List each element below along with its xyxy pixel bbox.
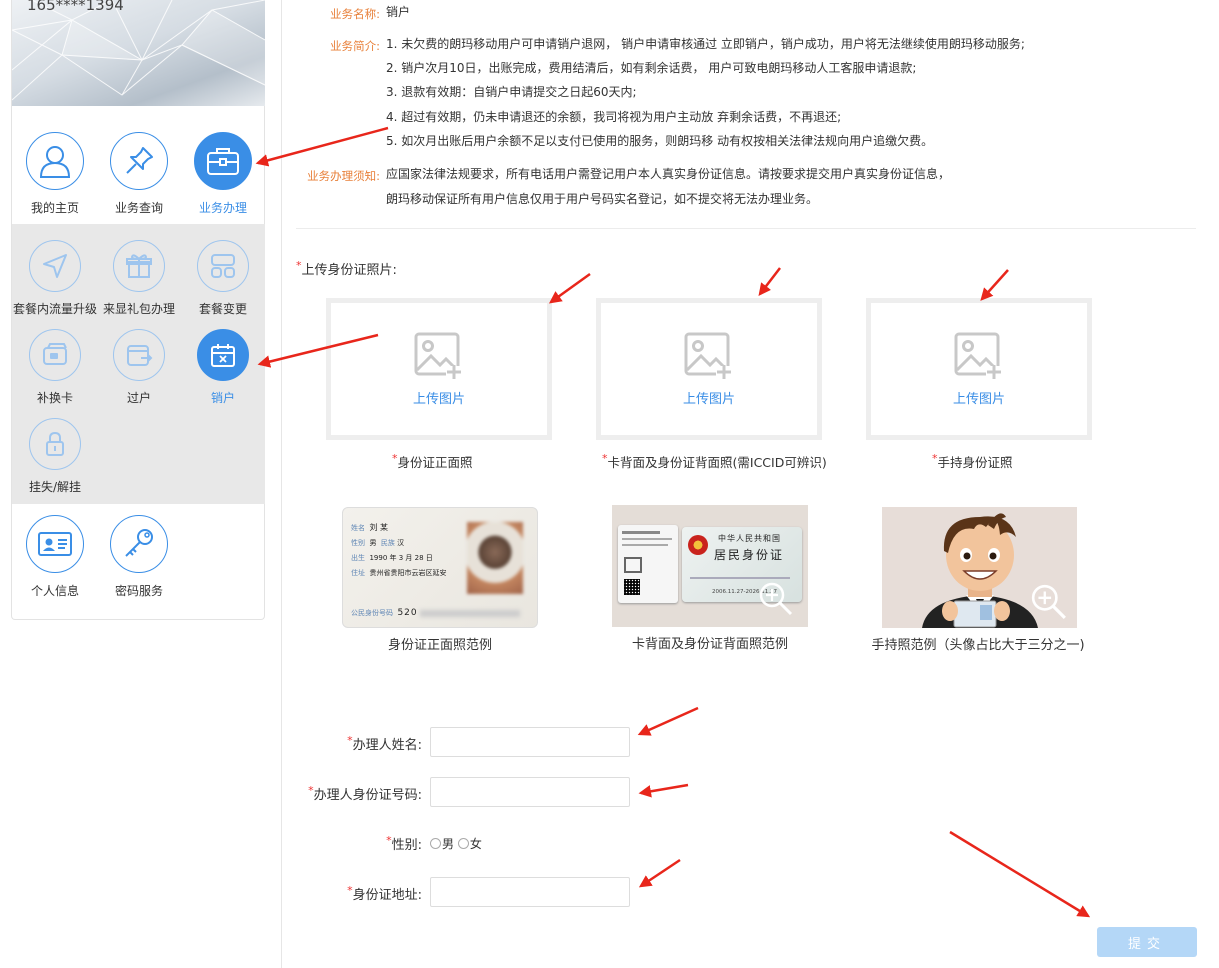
- nav-personal-info[interactable]: 个人信息: [12, 515, 98, 599]
- section-divider: [296, 228, 1196, 229]
- id-card-icon: [26, 515, 84, 573]
- key-icon: [110, 515, 168, 573]
- nav-business-query[interactable]: 业务查询: [96, 132, 182, 216]
- intro-line: 1. 未欠费的朗玛移动用户可申请销户退网， 销户申请审核通过 立即销户，销户成功…: [386, 37, 1025, 51]
- intro-line: 4. 超过有效期，仍未申请退还的余额，我司将视为用户主动放 弃剩余话费，不再退还…: [386, 110, 842, 124]
- send-icon: [29, 240, 81, 292]
- form-address-label: *身份证地址:: [347, 884, 422, 903]
- phone-number: 165****1394: [27, 0, 124, 14]
- nav-password-service[interactable]: 密码服务: [96, 515, 182, 599]
- nav-label: 我的主页: [30, 201, 79, 215]
- nav-label: 过户: [126, 391, 151, 405]
- upload-id-front[interactable]: 上传图片: [326, 298, 552, 440]
- nav-label: 补换卡: [36, 391, 73, 405]
- briefcase-icon: [194, 132, 252, 190]
- nav-label: 个人信息: [30, 584, 79, 598]
- nav-flow-upgrade[interactable]: 套餐内流量升级: [12, 240, 98, 317]
- card-icon: [29, 329, 81, 381]
- nav-gift-package[interactable]: 来显礼包办理: [96, 240, 182, 317]
- zoom-in-icon[interactable]: [1030, 583, 1068, 621]
- example-hand-held-image: [882, 507, 1077, 628]
- upload-section-label: *上传身份证照片:: [296, 259, 397, 278]
- id-address-input[interactable]: [430, 877, 630, 907]
- intro-line: 2. 销户次月10日，出账完成，费用结清后，如有剩余话费， 用户可致电朗玛移动人…: [386, 61, 917, 75]
- image-add-icon: [954, 332, 1002, 380]
- nav-label: 业务办理: [198, 201, 247, 215]
- nav-label: 套餐变更: [198, 302, 247, 316]
- gift-icon: [113, 240, 165, 292]
- form-id-label: *办理人身份证号码:: [308, 784, 422, 803]
- form-name-label: *办理人姓名:: [347, 734, 422, 753]
- applicant-name-input[interactable]: [430, 727, 630, 757]
- banner-geometric-image: [12, 0, 265, 101]
- intro-line: 5. 如次月出账后用户余额不足以支付已使用的服务，则朗玛移 动有权按相关法律法规…: [386, 134, 934, 148]
- example-caption-hand: 手持照范例（头像占比大于三分之一): [871, 638, 1085, 653]
- upload-card-back[interactable]: 上传图片: [596, 298, 822, 440]
- nav-label: 挂失/解挂: [28, 480, 82, 494]
- business-name-value: 销户: [386, 5, 411, 19]
- nav-label: 密码服务: [114, 584, 163, 598]
- layout-icon: [197, 240, 249, 292]
- example-card-back-image: 中华人民共和国 居民身份证 2006.11.27-2026.11.27: [612, 505, 808, 627]
- upload-section-text: 上传身份证照片:: [301, 263, 397, 278]
- upload-caption-hand: *手持身份证照: [932, 452, 1013, 470]
- example-id-front-image: 姓名 刘 某 性别 男 民族 汉 出生 1990 年 3 月 28 日 住址 贵…: [342, 507, 538, 628]
- applicant-id-input[interactable]: [430, 777, 630, 807]
- user-icon: [26, 132, 84, 190]
- business-intro-key: 业务简介:: [330, 39, 380, 53]
- gender-female-radio[interactable]: 女: [457, 837, 482, 851]
- national-emblem-icon: [688, 535, 708, 555]
- upload-button-text: 上传图片: [682, 391, 735, 407]
- calendar-cancel-icon: [197, 329, 249, 381]
- sim-card-back: [618, 525, 678, 603]
- sidebar: 165****1394 我的主页 业务查询 业务办理 套餐内流量升级 来显礼包办…: [11, 0, 265, 620]
- main-content: 业务名称: 销户 业务简介: 1. 未欠费的朗玛移动用户可申请销户退网， 销户申…: [281, 0, 1219, 968]
- nav-transfer[interactable]: 过户: [96, 329, 182, 406]
- nav-replace-card[interactable]: 补换卡: [12, 329, 98, 406]
- notice-line: 朗玛移动保证所有用户信息仅用于用户号码实名登记，如不提交将无法办理业务。: [386, 192, 819, 206]
- business-name-key: 业务名称:: [330, 7, 380, 21]
- nav-report-loss[interactable]: 挂失/解挂: [12, 418, 98, 495]
- nav-label: 来显礼包办理: [102, 302, 175, 316]
- profile-banner: 165****1394: [12, 0, 265, 106]
- nav-plan-change[interactable]: 套餐变更: [180, 240, 266, 317]
- nav-my-home[interactable]: 我的主页: [12, 132, 98, 216]
- image-add-icon: [684, 332, 732, 380]
- image-add-icon: [414, 332, 462, 380]
- upload-caption-back: *卡背面及身份证背面照(需ICCID可辨识): [602, 452, 827, 470]
- gender-radio-group: 男 女: [430, 835, 482, 852]
- nav-business-handle[interactable]: 业务办理: [180, 132, 266, 216]
- blurred-portrait: [467, 522, 523, 594]
- pin-icon: [110, 132, 168, 190]
- business-notice-key: 业务办理须知:: [307, 169, 380, 183]
- zoom-in-icon[interactable]: [758, 581, 794, 617]
- example-caption-back: 卡背面及身份证背面照范例: [631, 637, 788, 652]
- nav-label: 套餐内流量升级: [12, 302, 97, 316]
- form-gender-label: *性别:: [386, 834, 422, 853]
- upload-button-text: 上传图片: [412, 391, 465, 407]
- intro-line: 3. 退款有效期：自销户申请提交之日起60天内;: [386, 85, 637, 99]
- business-subpanel: 套餐内流量升级 来显礼包办理 套餐变更 补换卡 过户 销户 挂失/解挂: [12, 224, 265, 504]
- submit-button[interactable]: 提交: [1097, 927, 1197, 957]
- gender-male-radio[interactable]: 男: [430, 837, 454, 851]
- nav-cancel-account[interactable]: 销户: [180, 329, 266, 406]
- transfer-icon: [113, 329, 165, 381]
- upload-button-text: 上传图片: [952, 391, 1005, 407]
- nav-label: 销户: [210, 391, 235, 405]
- example-caption-front: 身份证正面照范例: [387, 638, 492, 653]
- upload-caption-front: *身份证正面照: [392, 452, 473, 470]
- upload-hand-held[interactable]: 上传图片: [866, 298, 1092, 440]
- notice-line: 应国家法律法规要求，所有电话用户需登记用户本人真实身份证信息。请按要求提交用户真…: [386, 167, 951, 181]
- lock-icon: [29, 418, 81, 470]
- nav-label: 业务查询: [114, 201, 163, 215]
